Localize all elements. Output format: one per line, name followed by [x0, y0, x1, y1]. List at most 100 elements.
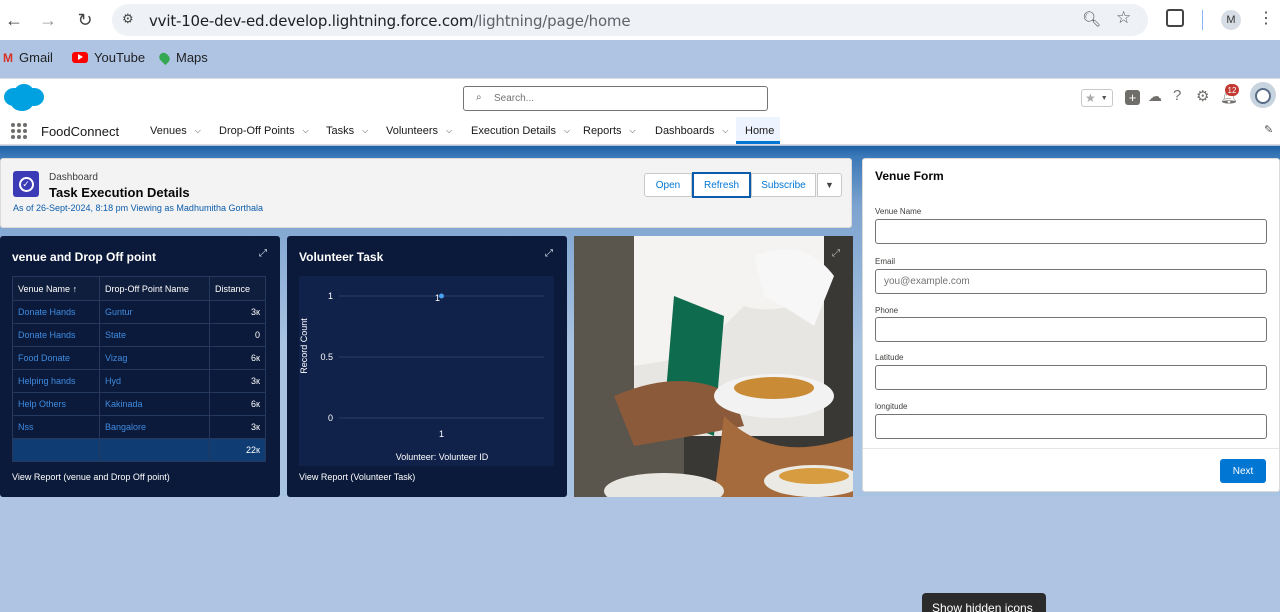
app-name: FoodConnect — [41, 124, 120, 139]
sf-global-header: ⌕ Search... ★ ▼ + ☁ ? ⚙ 🔔︎ 12 — [0, 79, 1280, 117]
table-row: Helping hands Hyd 3к — [12, 369, 266, 393]
youtube-icon — [72, 52, 88, 63]
nav-item-drop-off-points[interactable]: Drop-Off Points ⌵ — [219, 125, 309, 137]
subscribe-button[interactable]: Subscribe — [751, 173, 816, 197]
distance-total: 22к — [209, 438, 266, 462]
nav-label: Drop-Off Points — [219, 125, 295, 137]
venue-form-card: Venue Form Venue Name Email you@example.… — [862, 158, 1280, 492]
chevron-down-icon[interactable]: ⌵ — [195, 126, 201, 136]
volunteer-task-chart: Record Count Volunteer: Volunteer ID 1 0.… — [299, 276, 554, 466]
forward-arrow-icon[interactable]: → — [36, 8, 60, 32]
bookmark-label: Maps — [176, 50, 208, 65]
search-icon: ⌕ — [476, 92, 482, 103]
view-report-link[interactable]: View Report (venue and Drop Off point) — [12, 472, 170, 482]
nav-item-home[interactable]: Home — [745, 125, 774, 137]
sf-search-input[interactable]: ⌕ Search... — [463, 86, 768, 111]
nav-item-venues[interactable]: Venues ⌵ — [150, 125, 201, 137]
user-avatar[interactable] — [1250, 82, 1276, 108]
venue-link[interactable]: Food Donate — [12, 346, 100, 370]
nav-item-dashboards[interactable]: Dashboards ⌵ — [655, 125, 728, 137]
column-header-dropoff[interactable]: Drop-Off Point Name — [99, 276, 210, 301]
chevron-down-icon[interactable]: ⌵ — [362, 126, 368, 136]
nav-label: Volunteers — [386, 125, 438, 137]
view-report-link[interactable]: View Report (Volunteer Task) — [299, 472, 415, 482]
refresh-button[interactable]: Refresh — [692, 172, 751, 198]
latitude-field[interactable] — [875, 365, 1267, 390]
bookmark-youtube[interactable]: YouTube — [72, 50, 145, 65]
venue-link[interactable]: Donate Hands — [12, 323, 100, 347]
nav-label: Tasks — [326, 125, 355, 137]
dropoff-link[interactable]: Hyd — [99, 369, 210, 393]
bookmark-gmail[interactable]: M Gmail — [3, 50, 53, 65]
dropoff-link[interactable]: Guntur — [99, 300, 210, 324]
trailhead-icon[interactable]: ☁ — [1148, 88, 1162, 105]
back-arrow-icon[interactable]: ← — [2, 8, 26, 32]
help-icon[interactable]: ? — [1173, 87, 1181, 104]
url-path: /lightning/page/home — [473, 12, 631, 30]
site-info-icon[interactable]: ⚙ — [122, 11, 134, 27]
chevron-down-icon[interactable]: ⌵ — [446, 126, 452, 136]
longitude-field[interactable] — [875, 414, 1267, 439]
reload-icon[interactable]: ↻ — [73, 8, 97, 32]
chevron-down-icon[interactable]: ⌵ — [722, 126, 728, 136]
email-label: Email — [875, 257, 896, 266]
app-launcher-icon[interactable] — [11, 123, 27, 139]
dropoff-link[interactable]: Kakinada — [99, 392, 210, 416]
next-button[interactable]: Next — [1220, 459, 1266, 483]
nav-item-reports[interactable]: Reports ⌵ — [583, 125, 636, 137]
global-actions-icon[interactable]: + — [1125, 90, 1140, 105]
browser-menu-icon[interactable]: ⋮ — [1258, 8, 1274, 28]
venue-link[interactable]: Nss — [12, 415, 100, 439]
expand-icon[interactable]: ⤢ — [832, 248, 840, 259]
venue-name-field[interactable] — [875, 219, 1267, 244]
favorites-star-icon: ★ — [1085, 91, 1096, 105]
expand-icon[interactable]: ⤢ — [259, 248, 267, 259]
chevron-down-icon[interactable]: ⌵ — [630, 126, 636, 136]
edit-nav-pencil-icon[interactable]: ✎ — [1264, 123, 1273, 136]
dropoff-link[interactable]: State — [99, 323, 210, 347]
nav-item-volunteers[interactable]: Volunteers ⌵ — [386, 125, 452, 137]
form-footer-divider — [863, 448, 1279, 449]
chevron-down-icon: ▼ — [825, 180, 834, 190]
table-row: Donate Hands Guntur 3к — [12, 300, 266, 324]
widget-volunteer-task: Volunteer Task ⤢ Record Count Volunteer:… — [287, 236, 567, 497]
nav-item-tasks[interactable]: Tasks ⌵ — [326, 125, 368, 137]
dropoff-link[interactable]: Vizag — [99, 346, 210, 370]
x-tick-label: 1 — [439, 429, 444, 439]
column-header-venue[interactable]: Venue Name ↑ — [12, 276, 100, 301]
open-button[interactable]: Open — [644, 173, 692, 197]
address-bar[interactable]: ⚙ vvit-10e-dev-ed.develop.lightning.forc… — [112, 4, 1148, 36]
chevron-down-icon: ▼ — [1100, 94, 1108, 102]
setup-gear-icon[interactable]: ⚙ — [1196, 87, 1209, 105]
dashboard-more-actions[interactable]: ▼ — [817, 173, 842, 197]
dashboard-header-card: ✓ Dashboard Task Execution Details As of… — [0, 158, 852, 228]
venue-link[interactable]: Helping hands — [12, 369, 100, 393]
sort-asc-icon: ↑ — [72, 283, 78, 294]
column-header-distance[interactable]: Distance — [209, 276, 266, 301]
chevron-down-icon[interactable]: ⌵ — [303, 126, 309, 136]
data-label: 1 — [435, 293, 440, 303]
zoom-icon[interactable]: 🔍︎ — [1082, 10, 1101, 28]
expand-icon[interactable]: ⤢ — [545, 248, 553, 259]
y-tick-label: 1 — [328, 291, 333, 301]
salesforce-logo[interactable] — [2, 83, 46, 113]
dropoff-link[interactable]: Bangalore — [99, 415, 210, 439]
venue-link[interactable]: Help Others — [12, 392, 100, 416]
widget-title: Volunteer Task — [299, 250, 384, 264]
email-field[interactable]: you@example.com — [875, 269, 1267, 294]
profile-avatar[interactable]: M — [1221, 10, 1241, 30]
bookmark-maps[interactable]: Maps — [157, 50, 208, 65]
search-placeholder: Search... — [494, 93, 535, 104]
bookmark-star-icon[interactable]: ☆ — [1116, 8, 1131, 28]
maps-icon — [157, 50, 172, 65]
venue-link[interactable]: Donate Hands — [12, 300, 100, 324]
nav-item-execution-details[interactable]: Execution Details ⌵ — [471, 125, 570, 137]
chevron-down-icon[interactable]: ⌵ — [564, 126, 570, 136]
table-header-row: Venue Name ↑ Drop-Off Point Name Distanc… — [12, 276, 266, 301]
url-host: vvit-10e-dev-ed.develop.lightning.force.… — [149, 12, 474, 30]
distance-cell: 3к — [209, 415, 266, 439]
y-axis-label: Record Count — [299, 318, 309, 374]
extensions-icon[interactable] — [1166, 9, 1184, 27]
favorites-button[interactable]: ★ ▼ — [1081, 89, 1113, 107]
phone-field[interactable] — [875, 317, 1267, 342]
